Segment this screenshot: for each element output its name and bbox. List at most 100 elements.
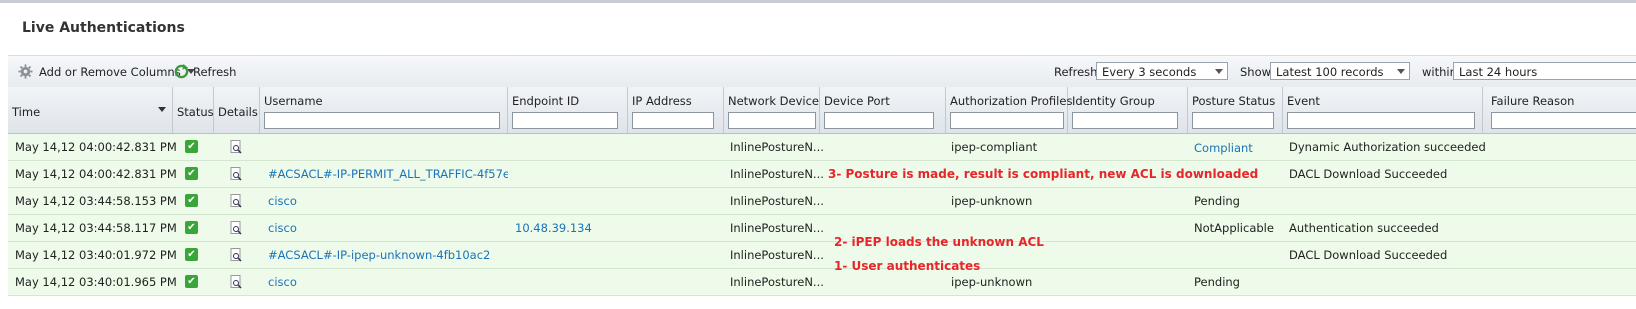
table-row[interactable]: May 14,12 03:40:01.972 PM ✔ #ACSACL#-IP-… xyxy=(8,242,1636,269)
refresh-icon xyxy=(174,64,189,79)
annotation-step-3: 3- Posture is made, result is compliant,… xyxy=(828,167,1259,181)
table-row[interactable]: May 14,12 04:00:42.831 PM ✔ InlinePostur… xyxy=(8,134,1636,161)
magnifier-icon[interactable] xyxy=(230,221,242,235)
time-cell: May 14,12 04:00:42.831 PM xyxy=(15,167,177,181)
check-icon: ✔ xyxy=(185,248,198,261)
time-cell: May 14,12 04:00:42.831 PM xyxy=(15,140,177,154)
sort-desc-icon[interactable] xyxy=(158,107,166,112)
network-device-cell: InlinePostureN... xyxy=(730,194,824,208)
column-status-label: Status xyxy=(177,105,214,119)
check-icon: ✔ xyxy=(185,221,198,234)
column-network-device-label: Network Device xyxy=(728,94,820,108)
failure-reason-filter-input[interactable] xyxy=(1491,112,1636,129)
identity-group-filter-input[interactable] xyxy=(1072,112,1178,129)
column-username-label: Username xyxy=(264,94,323,108)
column-identity-group[interactable]: Identity Group xyxy=(1068,87,1188,133)
table-row[interactable]: May 14,12 03:44:58.153 PM ✔ cisco Inline… xyxy=(8,188,1636,215)
endpoint-id-filter-input[interactable] xyxy=(512,112,618,129)
column-authorization-profiles[interactable]: Authorization Profiles xyxy=(946,87,1072,133)
username-cell[interactable]: #ACSACL#-IP-ipep-unknown-4fb10ac2 xyxy=(268,242,490,268)
within-value: Last 24 hours xyxy=(1459,65,1538,79)
within-label: within xyxy=(1422,65,1457,79)
endpoint-id-cell[interactable]: 10.48.39.134 xyxy=(515,215,592,241)
ip-address-filter-input[interactable] xyxy=(632,112,714,129)
refresh-interval-value: Every 3 seconds xyxy=(1102,65,1197,79)
posture-status-cell[interactable]: Compliant xyxy=(1194,135,1253,161)
annotation-step-2: 2- iPEP loads the unknown ACL xyxy=(834,235,1044,249)
network-device-filter-input[interactable] xyxy=(728,112,816,129)
time-cell: May 14,12 03:44:58.153 PM xyxy=(15,194,177,208)
add-remove-columns-label: Add or Remove Columns xyxy=(39,64,181,79)
posture-status-cell: NotApplicable xyxy=(1194,221,1274,235)
toolbar: Add or Remove Columns Refresh Refresh Ev… xyxy=(8,55,1636,88)
username-cell[interactable]: cisco xyxy=(268,188,297,214)
refresh-button[interactable]: Refresh xyxy=(174,64,236,79)
refresh-interval-select[interactable]: Every 3 seconds xyxy=(1096,62,1228,80)
column-ip-address[interactable]: IP Address xyxy=(628,87,724,133)
username-cell[interactable]: #ACSACL#-IP-PERMIT_ALL_TRAFFIC-4f57e40 xyxy=(268,161,508,187)
refresh-label: Refresh xyxy=(193,64,237,79)
event-cell: DACL Download Succeeded xyxy=(1289,248,1448,262)
page-title: Live Authentications xyxy=(22,20,185,36)
time-cell: May 14,12 03:40:01.965 PM xyxy=(15,275,177,289)
check-icon: ✔ xyxy=(185,275,198,288)
column-time[interactable]: Time xyxy=(8,87,173,133)
network-device-cell: InlinePostureN... xyxy=(730,275,824,289)
chevron-down-icon xyxy=(1215,69,1223,74)
column-time-label: Time xyxy=(12,105,41,119)
grid-header: Time Status Details Username Endpoint ID… xyxy=(8,87,1636,134)
show-records-select[interactable]: Latest 100 records xyxy=(1270,62,1410,80)
add-remove-columns-button[interactable]: Add or Remove Columns xyxy=(18,64,195,79)
magnifier-icon[interactable] xyxy=(230,167,242,181)
chevron-down-icon xyxy=(1397,69,1405,74)
network-device-cell: InlinePostureN... xyxy=(730,140,824,154)
column-authorization-profiles-label: Authorization Profiles xyxy=(950,94,1073,108)
time-cell: May 14,12 03:40:01.972 PM xyxy=(15,248,177,262)
event-cell: Dynamic Authorization succeeded xyxy=(1289,140,1486,154)
check-icon: ✔ xyxy=(185,194,198,207)
column-username[interactable]: Username xyxy=(260,87,508,133)
column-endpoint-id[interactable]: Endpoint ID xyxy=(508,87,628,133)
table-row[interactable]: May 14,12 04:00:42.831 PM ✔ #ACSACL#-IP-… xyxy=(8,161,1636,188)
annotation-step-1: 1- User authenticates xyxy=(834,259,981,273)
column-failure-reason[interactable]: Failure Reason xyxy=(1483,87,1636,133)
magnifier-icon[interactable] xyxy=(230,248,242,262)
device-port-filter-input[interactable] xyxy=(824,112,934,129)
column-status[interactable]: Status xyxy=(173,87,214,133)
column-event[interactable]: Event xyxy=(1283,87,1483,133)
show-records-value: Latest 100 records xyxy=(1276,65,1384,79)
check-icon: ✔ xyxy=(185,140,198,153)
posture-status-cell: Pending xyxy=(1194,275,1240,289)
gear-icon xyxy=(18,64,33,79)
username-cell[interactable]: cisco xyxy=(268,269,297,295)
authorization-profiles-filter-input[interactable] xyxy=(950,112,1064,129)
magnifier-icon[interactable] xyxy=(230,275,242,289)
table-row[interactable]: May 14,12 03:44:58.117 PM ✔ cisco 10.48.… xyxy=(8,215,1636,242)
event-filter-input[interactable] xyxy=(1287,112,1475,129)
top-border xyxy=(0,0,1636,3)
refresh-interval-label: Refresh xyxy=(1054,65,1098,79)
column-identity-group-label: Identity Group xyxy=(1072,94,1155,108)
column-posture-status[interactable]: Posture Status xyxy=(1188,87,1283,133)
column-device-port[interactable]: Device Port xyxy=(820,87,946,133)
username-filter-input[interactable] xyxy=(264,112,500,129)
magnifier-icon[interactable] xyxy=(230,194,242,208)
time-cell: May 14,12 03:44:58.117 PM xyxy=(15,221,177,235)
table-row[interactable]: May 14,12 03:40:01.965 PM ✔ cisco Inline… xyxy=(8,269,1636,296)
column-device-port-label: Device Port xyxy=(824,94,890,108)
username-cell[interactable]: cisco xyxy=(268,215,297,241)
column-posture-status-label: Posture Status xyxy=(1192,94,1276,108)
column-network-device[interactable]: Network Device xyxy=(724,87,820,133)
column-event-label: Event xyxy=(1287,94,1320,108)
column-details[interactable]: Details xyxy=(214,87,260,133)
magnifier-icon[interactable] xyxy=(230,140,242,154)
column-endpoint-id-label: Endpoint ID xyxy=(512,94,580,108)
posture-status-filter-input[interactable] xyxy=(1192,112,1274,129)
check-icon: ✔ xyxy=(185,167,198,180)
authorization-profile-cell: ipep-unknown xyxy=(951,194,1033,208)
event-cell: Authentication succeeded xyxy=(1289,221,1439,235)
column-failure-reason-label: Failure Reason xyxy=(1491,94,1575,108)
within-select[interactable]: Last 24 hours xyxy=(1453,62,1636,80)
network-device-cell: InlinePostureN... xyxy=(730,248,824,262)
posture-status-cell: Pending xyxy=(1194,194,1240,208)
